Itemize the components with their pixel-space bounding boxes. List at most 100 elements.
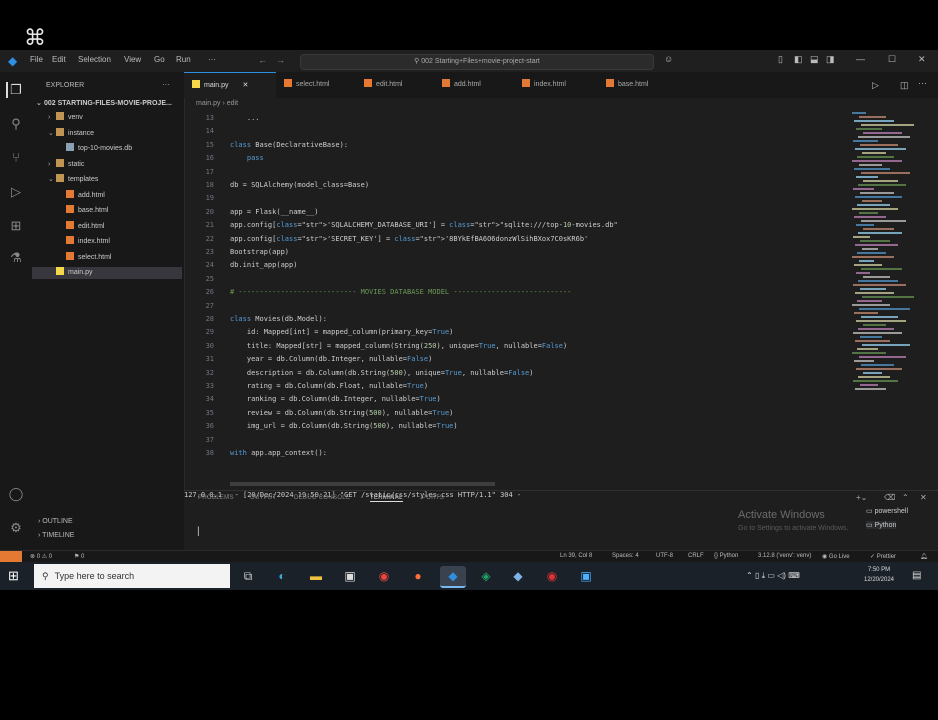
chrome-icon[interactable]: ◉ xyxy=(374,566,394,586)
terminal-cursor[interactable]: ▏ xyxy=(198,527,204,536)
menu-edit[interactable]: Edit xyxy=(52,55,66,67)
explorer-icon[interactable]: ❐ xyxy=(6,82,24,98)
pycharm-icon[interactable]: ◈ xyxy=(476,566,496,586)
chevron-up-icon[interactable]: ⌃ xyxy=(746,571,753,580)
panel-tab-debug-console[interactable]: DEBUG CONSOLE xyxy=(294,495,350,501)
tree-item-instance[interactable]: ⌄ instance xyxy=(32,127,182,140)
volume-icon[interactable]: ◁) xyxy=(777,571,786,580)
terminal-item-python[interactable]: ▭ Python xyxy=(866,521,897,529)
new-terminal-icon[interactable]: +⌄ xyxy=(856,493,867,502)
close-tab-icon[interactable]: ✕ xyxy=(243,82,249,89)
app-icon[interactable]: ◆ xyxy=(508,566,528,586)
tab-main-py[interactable]: main.py ✕ xyxy=(184,72,276,98)
tree-item-add-html[interactable]: add.html xyxy=(32,189,182,202)
bell-icon[interactable]: 🔔︎ xyxy=(920,553,928,560)
tree-item-select-html[interactable]: select.html xyxy=(32,251,182,264)
tree-item-main-py[interactable]: main.py xyxy=(32,267,182,279)
tree-item-top-10-movies-db[interactable]: top-10-movies.db xyxy=(32,143,182,155)
run-debug-icon[interactable]: ▷ xyxy=(8,184,24,200)
copilot-icon[interactable]: ☺ xyxy=(664,54,673,64)
panel-tab-ports[interactable]: PORTS xyxy=(422,495,444,501)
outline-section[interactable]: › OUTLINE xyxy=(38,518,73,525)
system-tray[interactable]: ⌃ ▯ ⤓ ▭ ◁) ⌨ xyxy=(746,571,800,581)
tree-item-static[interactable]: › static xyxy=(32,158,182,171)
tree-item-templates[interactable]: ⌄ templates xyxy=(32,174,182,186)
maximize-panel-icon[interactable]: ⌃ xyxy=(902,493,909,502)
gear-icon[interactable]: ⚙ xyxy=(8,520,24,536)
tree-item-base-html[interactable]: base.html xyxy=(32,205,182,217)
toggle-panel-icon[interactable]: ⬓ xyxy=(810,54,819,65)
back-arrow-icon[interactable]: ← xyxy=(258,55,267,65)
taskbar-clock[interactable]: 7:50 PM 12/20/2024 xyxy=(856,565,902,585)
tab-base-html[interactable]: base.html xyxy=(598,72,678,98)
remote-indicator-icon[interactable] xyxy=(0,551,22,562)
minimize-icon[interactable]: — xyxy=(856,54,865,64)
tab-edit-html[interactable]: edit.html xyxy=(356,72,434,98)
testing-icon[interactable]: ⚗ xyxy=(8,250,24,266)
timeline-section[interactable]: › TIMELINE xyxy=(38,532,74,539)
tray-app-icon[interactable]: ▯ xyxy=(755,571,759,580)
tree-item-index-html[interactable]: index.html xyxy=(32,236,182,248)
eol[interactable]: CRLF xyxy=(688,553,704,559)
encoding[interactable]: UTF-8 xyxy=(656,553,673,559)
search-icon[interactable]: ⚲ xyxy=(8,116,24,132)
menu-file[interactable]: File xyxy=(30,55,43,67)
minimap[interactable] xyxy=(852,112,922,412)
panel-tab-terminal[interactable]: TERMINAL xyxy=(370,495,403,502)
ports-count[interactable]: ⚑ 0 xyxy=(74,553,84,560)
task-view-icon[interactable]: ⧉ xyxy=(238,566,258,586)
notification-icon[interactable]: ▤ xyxy=(912,570,921,581)
vscode-taskbar-icon[interactable]: ◆ xyxy=(440,566,466,588)
file-explorer-icon[interactable]: ▬ xyxy=(306,566,326,586)
store-icon[interactable]: ▣ xyxy=(340,566,360,586)
edge-icon[interactable]: ◐ xyxy=(272,566,292,586)
capture-icon[interactable]: ▣ xyxy=(576,566,596,586)
source-control-icon[interactable]: ⑂ xyxy=(8,150,24,166)
tab-select-html[interactable]: select.html xyxy=(276,72,356,98)
breadcrumb-symbol[interactable]: edit xyxy=(227,100,238,107)
close-panel-icon[interactable]: ✕ xyxy=(920,493,927,502)
language-icon[interactable]: ⌨ xyxy=(788,571,800,580)
trash-icon[interactable]: ⌫ xyxy=(884,493,895,502)
toggle-secondary-icon[interactable]: ◨ xyxy=(826,54,835,65)
panel-tab-problems[interactable]: PROBLEMS xyxy=(198,495,234,501)
forward-arrow-icon[interactable]: → xyxy=(276,55,285,65)
panel-tab-output[interactable]: OUTPUT xyxy=(250,495,276,501)
tree-item-edit-html[interactable]: edit.html xyxy=(32,220,182,233)
prettier[interactable]: ✓ Prettier xyxy=(870,553,896,560)
more-actions-icon[interactable]: ··· xyxy=(162,80,170,89)
split-editor-icon[interactable]: ◫ xyxy=(900,80,909,91)
command-center[interactable]: ⚲ 002 Starting+Files+movie-project-start xyxy=(300,54,654,70)
python-interpreter[interactable]: 3.12.8 ('venv': venv) xyxy=(758,553,811,559)
download-icon[interactable]: ⤓ xyxy=(762,571,766,580)
taskbar-search[interactable]: ⚲ Type here to search xyxy=(34,564,230,588)
breadcrumb[interactable]: main.py › edit xyxy=(196,100,238,112)
maximize-icon[interactable]: ☐ xyxy=(888,54,896,65)
tab-index-html[interactable]: index.html xyxy=(514,72,598,98)
layout-icon[interactable]: ▯ xyxy=(778,54,783,65)
more-actions-icon[interactable]: ··· xyxy=(918,78,927,88)
chrome-profile-icon[interactable]: ◉ xyxy=(542,566,562,586)
explorer-root[interactable]: ⌄ 002 STARTING-FILES-MOVIE-PROJE... xyxy=(36,98,172,110)
tab-add-html[interactable]: add.html xyxy=(434,72,514,98)
close-icon[interactable]: ✕ xyxy=(918,54,926,65)
menu-selection[interactable]: Selection xyxy=(78,55,111,67)
account-icon[interactable]: ◯ xyxy=(8,486,24,502)
code-editor[interactable]: 13 ... 14 15 class Base(DeclarativeBase): 16… xyxy=(184,114,850,486)
horizontal-scrollbar[interactable] xyxy=(230,482,495,486)
indentation[interactable]: Spaces: 4 xyxy=(612,553,639,559)
breadcrumb-file[interactable]: main.py xyxy=(196,100,221,107)
menu-view[interactable]: View xyxy=(124,55,141,67)
extensions-icon[interactable]: ⊞ xyxy=(8,218,24,234)
network-icon[interactable]: ▭ xyxy=(767,571,775,580)
tree-item-venv[interactable]: › venv xyxy=(32,112,182,124)
toggle-sidebar-icon[interactable]: ◧ xyxy=(794,54,803,65)
menu-run[interactable]: Run xyxy=(176,55,191,67)
windows-start-icon[interactable]: ⊞ xyxy=(8,568,24,584)
firefox-icon[interactable]: ● xyxy=(408,566,428,586)
terminal-item-powershell[interactable]: ▭ powershell xyxy=(866,507,908,515)
language-mode[interactable]: {} Python xyxy=(714,553,738,559)
menu-more[interactable]: ··· xyxy=(208,55,216,67)
run-icon[interactable]: ▷ xyxy=(872,80,879,91)
go-live[interactable]: ◉ Go Live xyxy=(822,553,850,560)
